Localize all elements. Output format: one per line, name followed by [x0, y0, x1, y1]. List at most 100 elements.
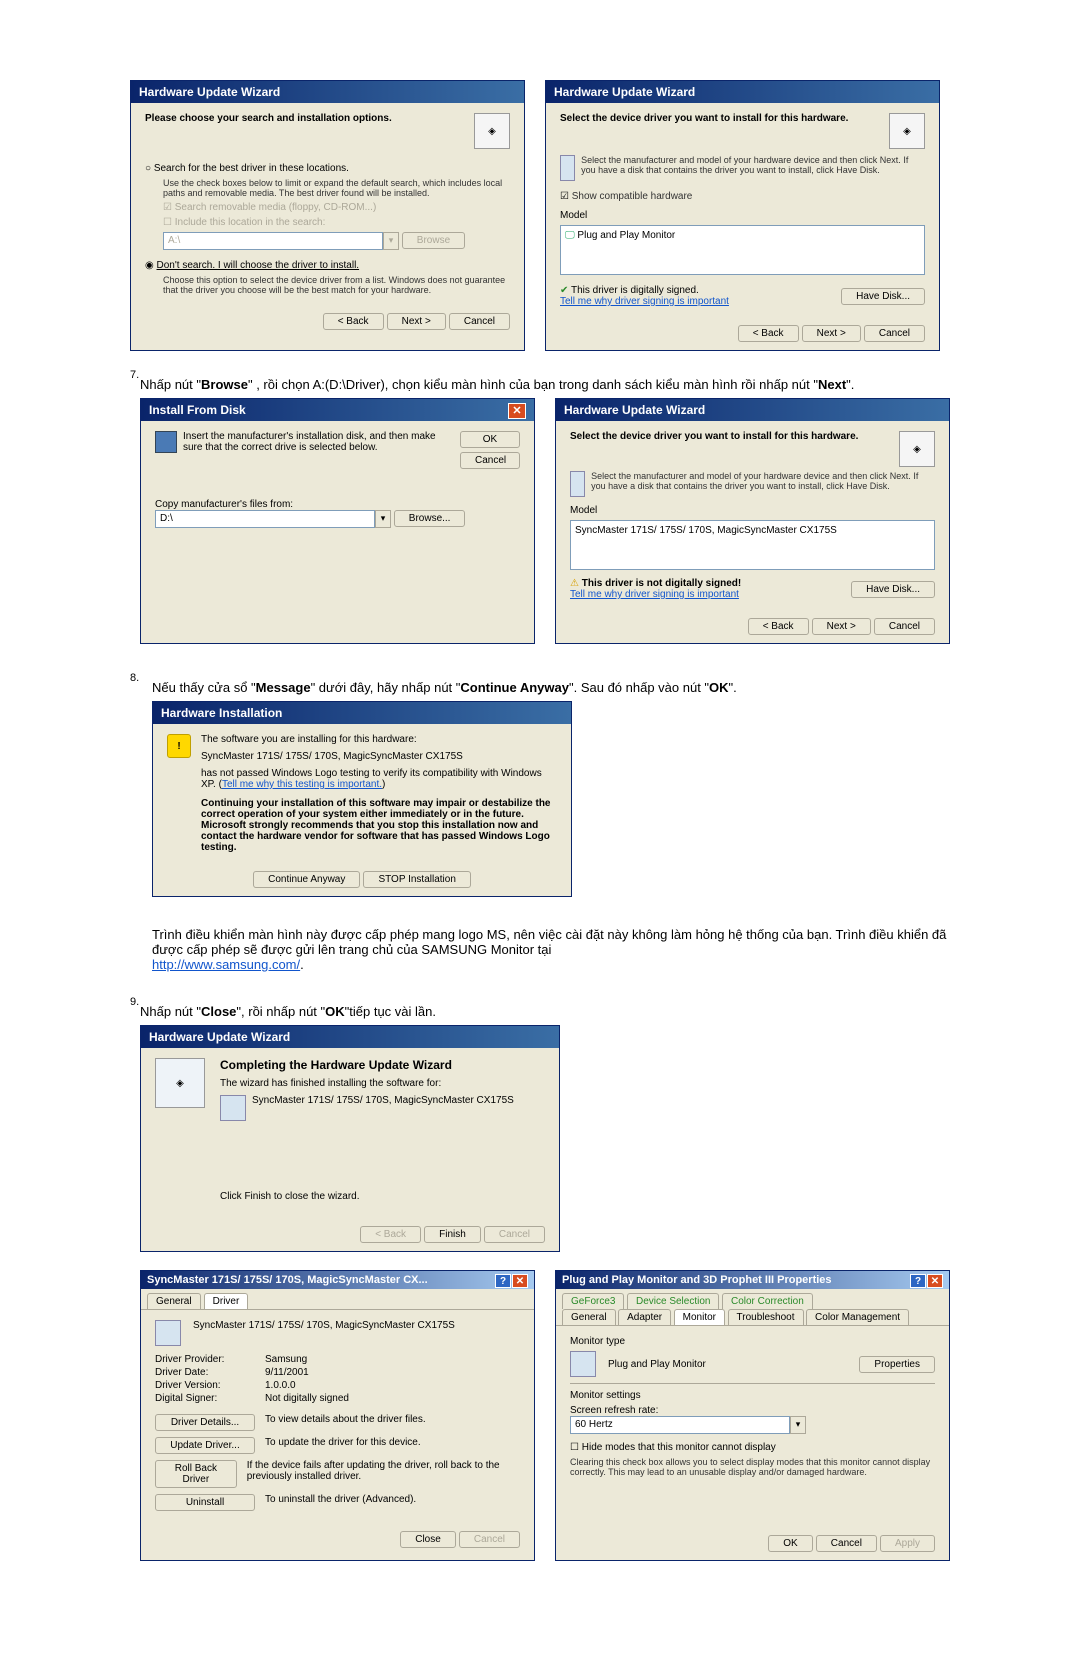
- rollback-driver-button[interactable]: Roll Back Driver: [155, 1460, 237, 1488]
- tab-driver[interactable]: Driver: [204, 1293, 249, 1309]
- floppy-icon: [155, 431, 177, 453]
- rollback-desc: If the device fails after updating the d…: [247, 1460, 520, 1488]
- help-icon[interactable]: ?: [910, 1274, 926, 1288]
- warning-icon: ⚠: [570, 578, 582, 589]
- tab-troubleshoot[interactable]: Troubleshoot: [728, 1309, 804, 1325]
- signer-value: Not digitally signed: [265, 1393, 349, 1404]
- install-warning: Continuing your installation of this sof…: [201, 798, 557, 853]
- install-logo-msg: has not passed Windows Logo testing to v…: [201, 768, 557, 790]
- copy-path-input[interactable]: D:\: [155, 510, 375, 528]
- tab-monitor[interactable]: Monitor: [674, 1309, 725, 1325]
- back-button[interactable]: < Back: [738, 325, 799, 342]
- browse-button[interactable]: Browse...: [394, 510, 466, 527]
- apply-button: Apply: [880, 1535, 935, 1552]
- chevron-down-icon[interactable]: ▾: [375, 510, 391, 528]
- finish-note: Click Finish to close the wizard.: [220, 1191, 545, 1202]
- tab-geforce[interactable]: GeForce3: [562, 1293, 624, 1309]
- dialog-title: Hardware Installation: [153, 702, 571, 724]
- wizard-icon: ◈: [155, 1058, 205, 1108]
- version-label: Driver Version:: [155, 1380, 265, 1391]
- not-signed-label: This driver is not digitally signed!: [582, 578, 741, 589]
- back-button[interactable]: < Back: [323, 313, 384, 330]
- monitor-type-label: Monitor type: [570, 1336, 935, 1347]
- install-device: SyncMaster 171S/ 175S/ 170S, MagicSyncMa…: [201, 751, 557, 762]
- dialog-title: Hardware Update Wizard: [131, 81, 524, 103]
- option-search-best[interactable]: ○ Search for the best driver in these lo…: [145, 163, 510, 174]
- signed-label: This driver is digitally signed.: [571, 285, 699, 296]
- option-search-desc: Use the check boxes below to limit or ex…: [163, 178, 510, 198]
- signing-link[interactable]: Tell me why driver signing is important: [570, 589, 739, 600]
- step-7-text: Nhấp nút "Browse" , rồi chọn A:(D:\Drive…: [140, 377, 950, 392]
- stop-installation-button[interactable]: STOP Installation: [363, 871, 470, 888]
- dialog-title: Plug and Play Monitor and 3D Prophet III…: [556, 1271, 949, 1289]
- tab-device-selection[interactable]: Device Selection: [627, 1293, 719, 1309]
- install-instruction: Insert the manufacturer's installation d…: [183, 431, 450, 469]
- close-icon[interactable]: ✕: [927, 1274, 943, 1288]
- close-icon[interactable]: ✕: [512, 1274, 528, 1288]
- next-button[interactable]: Next >: [812, 618, 871, 635]
- uninstall-desc: To uninstall the driver (Advanced).: [265, 1494, 416, 1511]
- uninstall-button[interactable]: Uninstall: [155, 1494, 255, 1511]
- install-line1: The software you are installing for this…: [201, 734, 557, 745]
- next-button[interactable]: Next >: [802, 325, 861, 342]
- tab-adapter[interactable]: Adapter: [618, 1309, 671, 1325]
- next-button[interactable]: Next >: [387, 313, 446, 330]
- copy-from-label: Copy manufacturer's files from:: [155, 499, 520, 510]
- option-dont-search[interactable]: ◉ Don't search. I will choose the driver…: [145, 260, 510, 271]
- driver-details-button[interactable]: Driver Details...: [155, 1414, 255, 1431]
- cancel-button[interactable]: Cancel: [449, 313, 510, 330]
- cancel-button[interactable]: Cancel: [460, 452, 520, 469]
- hardware-update-wizard-select: Hardware Update Wizard ◈ Select the devi…: [545, 80, 940, 351]
- cancel-button[interactable]: Cancel: [816, 1535, 877, 1552]
- update-driver-button[interactable]: Update Driver...: [155, 1437, 255, 1454]
- testing-link[interactable]: Tell me why this testing is important.: [222, 779, 382, 790]
- install-from-disk-dialog: Install From Disk ✕ Insert the manufactu…: [140, 398, 535, 644]
- have-disk-button[interactable]: Have Disk...: [841, 288, 925, 305]
- continue-anyway-button[interactable]: Continue Anyway: [253, 871, 360, 888]
- hide-modes-desc: Clearing this check box allows you to se…: [570, 1457, 935, 1477]
- device-icon: [560, 155, 575, 181]
- chk-hide-modes[interactable]: ☐ Hide modes that this monitor cannot di…: [570, 1442, 935, 1453]
- model-list[interactable]: 🖵 Plug and Play Monitor: [560, 225, 925, 275]
- cancel-button[interactable]: Cancel: [864, 325, 925, 342]
- tab-general[interactable]: General: [147, 1293, 201, 1309]
- warning-icon: !: [167, 734, 191, 758]
- wizard-icon: ◈: [474, 113, 510, 149]
- date-label: Driver Date:: [155, 1367, 265, 1378]
- device-icon: [220, 1095, 246, 1121]
- properties-button[interactable]: Properties: [859, 1356, 935, 1373]
- close-icon[interactable]: ✕: [508, 403, 526, 419]
- ok-button[interactable]: OK: [768, 1535, 812, 1552]
- monitor-icon: [155, 1320, 181, 1346]
- tab-color-correction[interactable]: Color Correction: [722, 1293, 813, 1309]
- wizard-desc: Select the manufacturer and model of you…: [581, 155, 925, 181]
- back-button[interactable]: < Back: [748, 618, 809, 635]
- samsung-link[interactable]: http://www.samsung.com/: [152, 957, 300, 972]
- monitor-name: Plug and Play Monitor: [608, 1359, 706, 1370]
- driver-properties-dialog: SyncMaster 171S/ 175S/ 170S, MagicSyncMa…: [140, 1270, 535, 1561]
- ok-button[interactable]: OK: [460, 431, 520, 448]
- signing-link[interactable]: Tell me why driver signing is important: [560, 296, 729, 307]
- cancel-button[interactable]: Cancel: [874, 618, 935, 635]
- tab-general[interactable]: General: [562, 1309, 616, 1325]
- wizard-heading: Select the device driver you want to ins…: [560, 113, 925, 124]
- help-icon[interactable]: ?: [495, 1274, 511, 1288]
- finish-button[interactable]: Finish: [424, 1226, 481, 1243]
- path-input: A:\: [163, 232, 383, 250]
- back-button: < Back: [360, 1226, 421, 1243]
- chevron-down-icon[interactable]: ▾: [790, 1416, 806, 1434]
- monitor-icon: 🖵: [565, 230, 577, 241]
- chk-show-compatible[interactable]: ☑ Show compatible hardware: [560, 191, 925, 202]
- device-name: SyncMaster 171S/ 175S/ 170S, MagicSyncMa…: [193, 1320, 455, 1346]
- have-disk-button[interactable]: Have Disk...: [851, 581, 935, 598]
- update-desc: To update the driver for this device.: [265, 1437, 421, 1454]
- hardware-installation-dialog: Hardware Installation ! The software you…: [152, 701, 572, 897]
- model-list[interactable]: SyncMaster 171S/ 175S/ 170S, MagicSyncMa…: [570, 520, 935, 570]
- refresh-dropdown[interactable]: 60 Hertz: [570, 1416, 790, 1434]
- step-number: 9.: [130, 996, 140, 1571]
- option-dont-search-desc: Choose this option to select the device …: [163, 275, 510, 295]
- close-button[interactable]: Close: [400, 1531, 456, 1548]
- complete-line1: The wizard has finished installing the s…: [220, 1078, 545, 1089]
- tab-color-management[interactable]: Color Management: [806, 1309, 909, 1325]
- provider-value: Samsung: [265, 1354, 307, 1365]
